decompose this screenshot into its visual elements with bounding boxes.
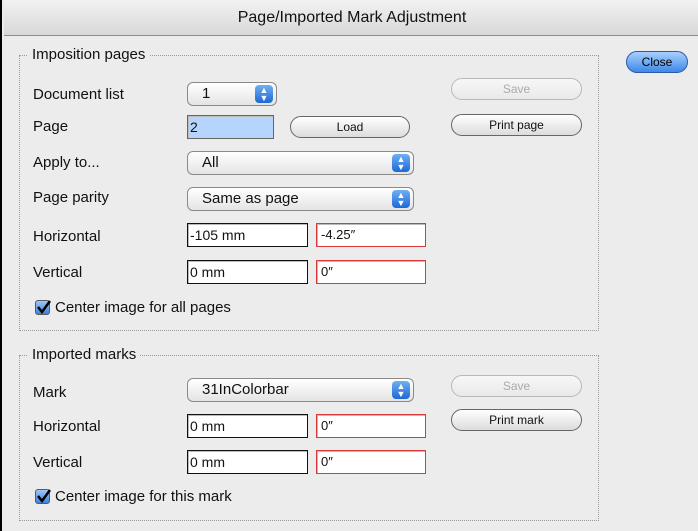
center-mark-checkbox[interactable] (35, 489, 52, 504)
page-parity-value: Same as page (202, 190, 299, 207)
imported-marks-title: Imported marks (28, 347, 141, 363)
page-parity-popup[interactable]: Same as page ▲ ▼ (187, 187, 414, 211)
imposition-pages-title: Imposition pages (28, 47, 150, 63)
horizontal-label: Horizontal (33, 228, 101, 245)
document-list-label: Document list (33, 86, 124, 103)
load-button[interactable]: Load (290, 116, 410, 138)
window-title: Page/Imported Mark Adjustment (4, 0, 698, 36)
print-page-button[interactable]: Print page (451, 114, 582, 136)
apply-to-value: All (202, 154, 219, 171)
horizontal-inches-field[interactable]: -4.25″ (316, 223, 426, 247)
updown-arrows-icon: ▲ ▼ (255, 85, 273, 103)
mark-horizontal-inches-field[interactable]: 0″ (316, 414, 426, 438)
mark-label: Mark (33, 384, 67, 401)
horizontal-mm-input[interactable]: -105 mm (187, 223, 308, 247)
mark-vertical-inches-field[interactable]: 0″ (316, 450, 426, 474)
updown-arrows-icon: ▲ ▼ (392, 190, 410, 208)
save-page-button[interactable]: Save (451, 78, 582, 100)
save-mark-button[interactable]: Save (451, 375, 582, 397)
vertical-mm-input[interactable]: 0 mm (187, 260, 308, 284)
mark-popup[interactable]: 31InColorbar ▲ ▼ (187, 378, 414, 402)
vertical-label: Vertical (33, 264, 83, 281)
apply-to-label: Apply to... (33, 154, 100, 171)
center-mark-label: Center image for this mark (55, 488, 232, 505)
print-mark-button[interactable]: Print mark (451, 409, 582, 431)
dialog-window: Page/Imported Mark Adjustment Close Impo… (0, 0, 698, 531)
page-label: Page (33, 118, 69, 135)
updown-arrows-icon: ▲ ▼ (392, 381, 410, 399)
mark-vertical-mm-input[interactable]: 0 mm (187, 450, 308, 474)
checkmark-icon (37, 300, 52, 315)
mark-value: 31InColorbar (202, 381, 289, 398)
updown-arrows-icon: ▲ ▼ (392, 154, 410, 172)
close-button[interactable]: Close (626, 51, 688, 73)
page-input[interactable]: 2 (187, 115, 274, 139)
mark-horizontal-label: Horizontal (33, 418, 101, 435)
mark-vertical-label: Vertical (33, 454, 83, 471)
document-list-popup[interactable]: 1 ▲ ▼ (187, 82, 277, 106)
center-all-pages-label: Center image for all pages (55, 299, 231, 316)
page-parity-label: Page parity (33, 189, 109, 206)
center-all-pages-checkbox[interactable] (35, 300, 52, 315)
checkmark-icon (37, 489, 52, 504)
mark-horizontal-mm-input[interactable]: 0 mm (187, 414, 308, 438)
apply-to-popup[interactable]: All ▲ ▼ (187, 151, 414, 175)
document-list-value: 1 (202, 85, 211, 102)
vertical-inches-field[interactable]: 0″ (316, 260, 426, 284)
